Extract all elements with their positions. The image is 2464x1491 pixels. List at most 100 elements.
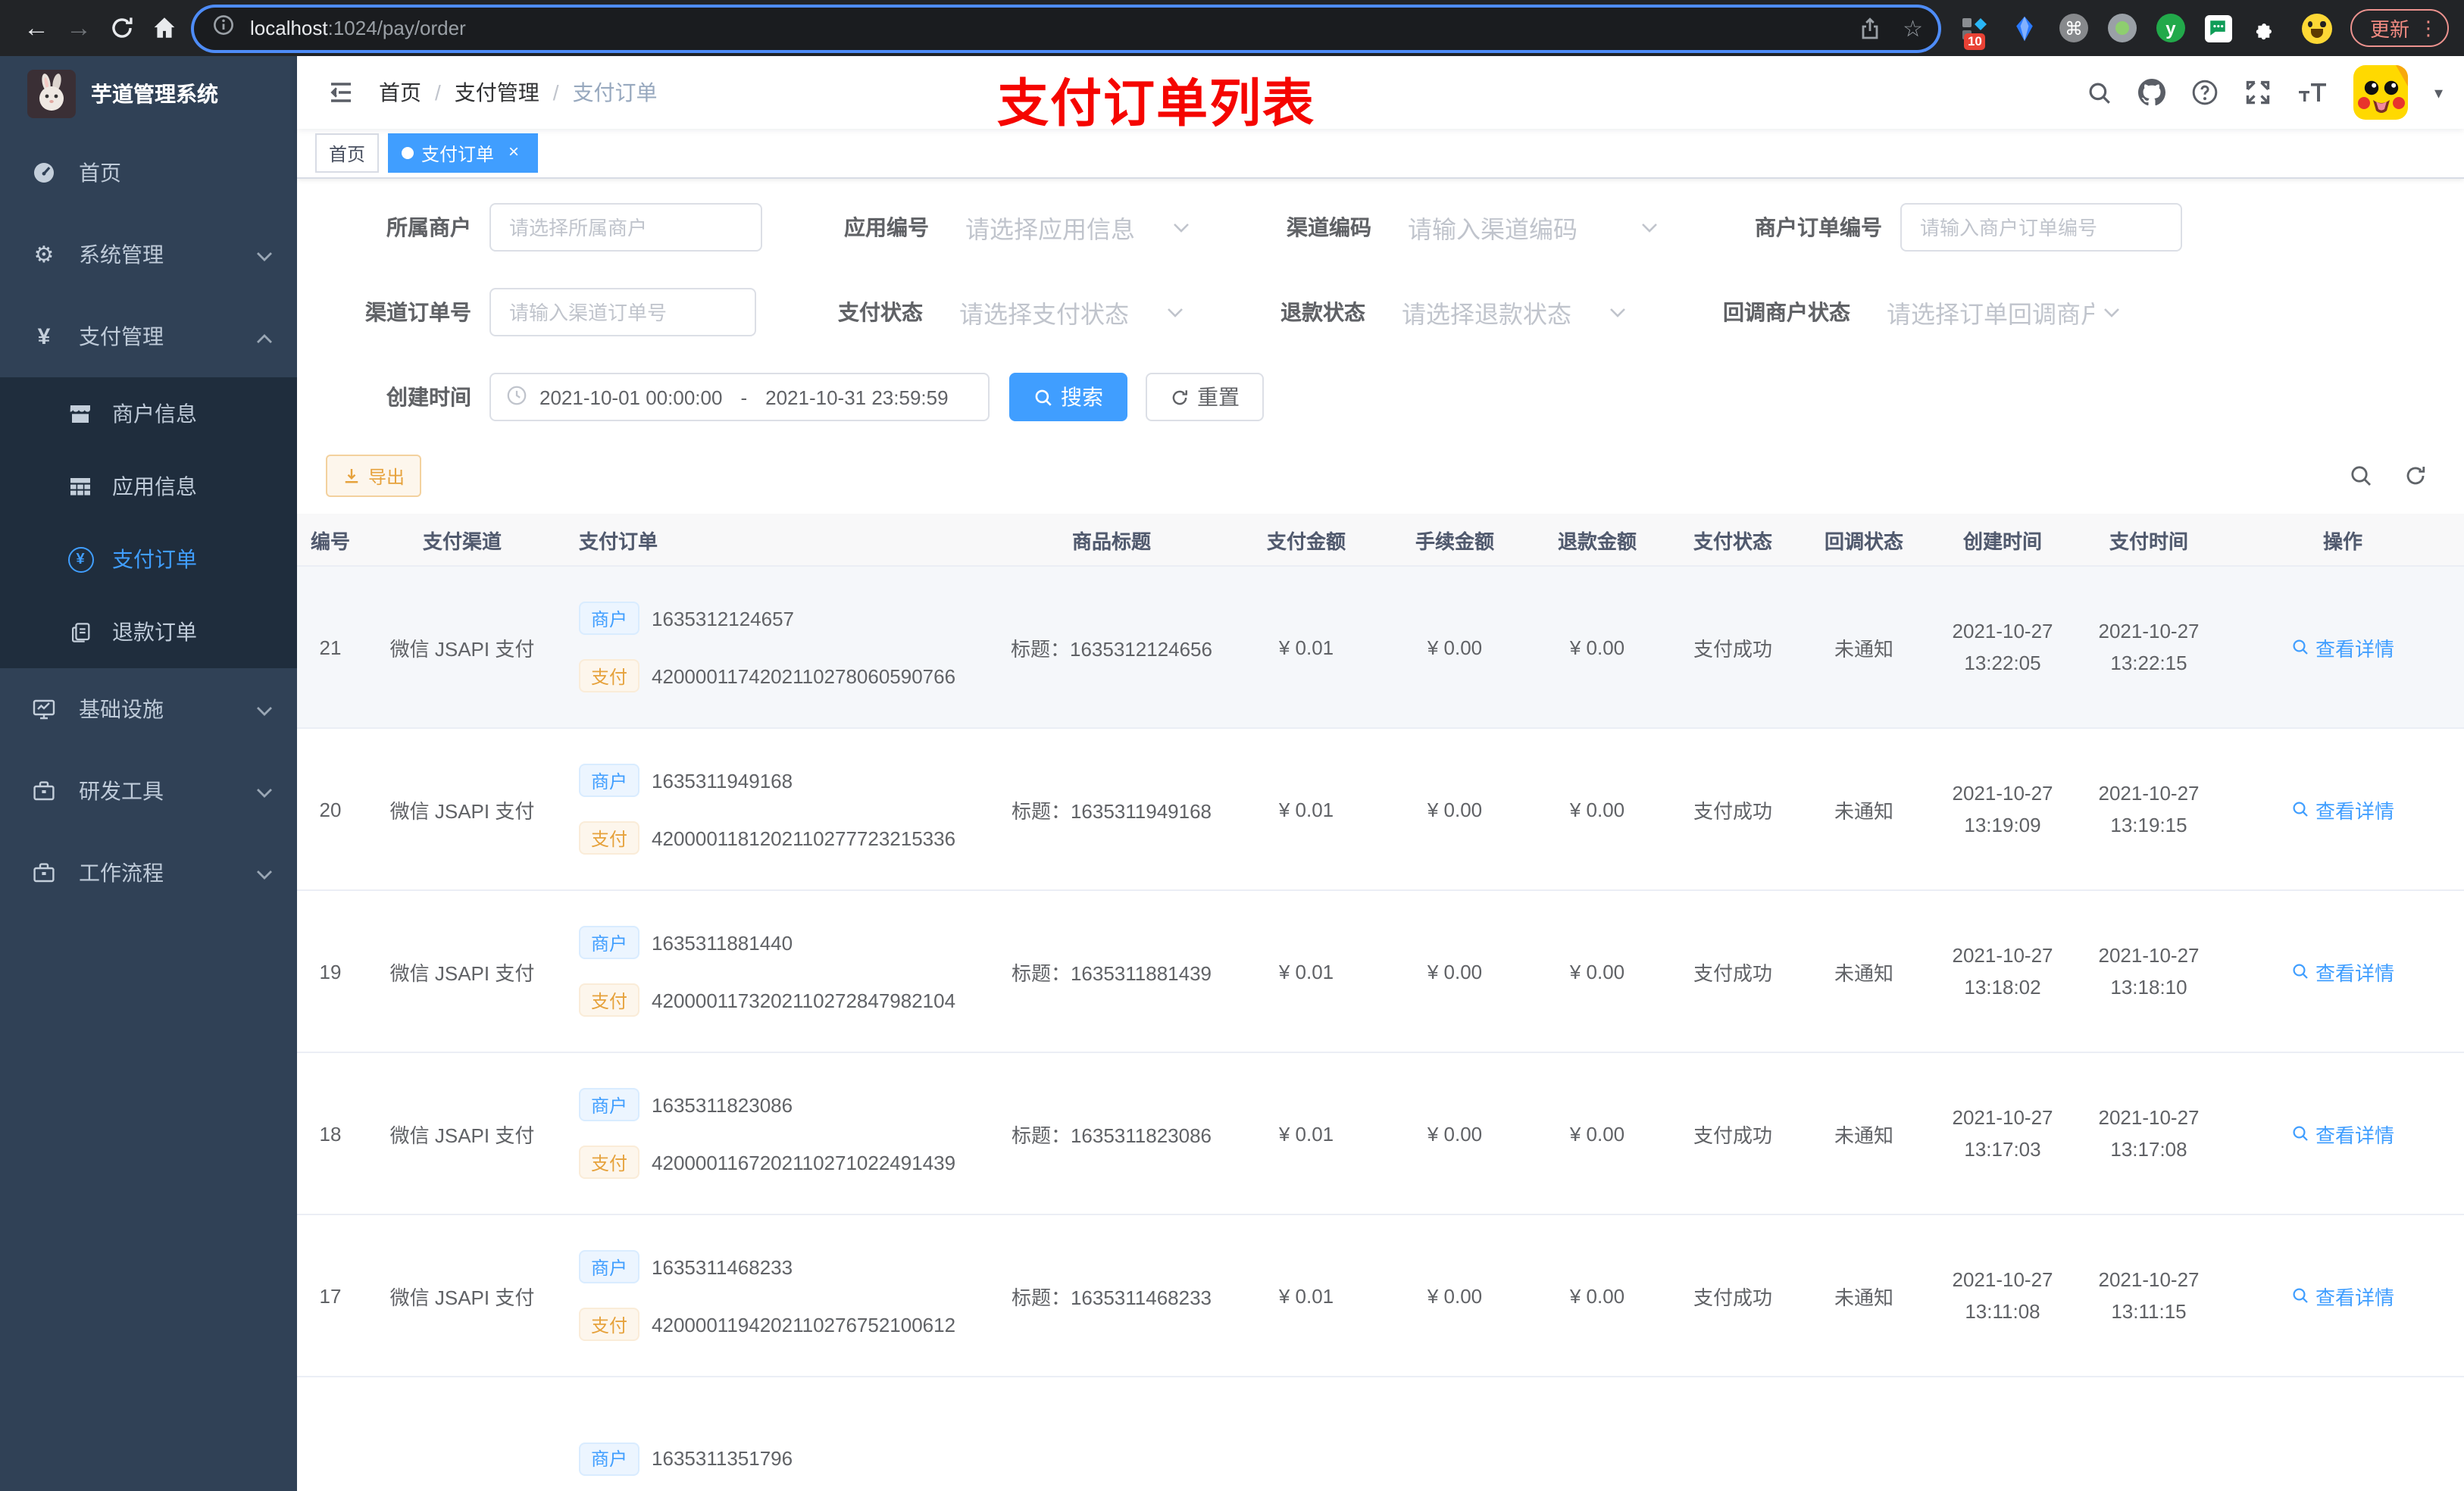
sidebar-item-devtools[interactable]: 研发工具 xyxy=(0,750,297,832)
dashboard-icon xyxy=(30,161,58,185)
pay-tag: 支付 xyxy=(579,1308,640,1342)
sidebar-item-payment[interactable]: ¥ 支付管理 xyxy=(0,295,297,377)
merchant-tag: 商户 xyxy=(579,1442,640,1476)
browser-home-icon[interactable] xyxy=(142,7,185,49)
callback-status-filter-select[interactable]: 请选择订单回调商户状态 xyxy=(1868,294,2135,330)
yen-icon: ¥ xyxy=(37,324,51,349)
merchant-order-no-filter-label: 商户订单编号 xyxy=(1755,215,1882,240)
sidebar-item-label: 应用信息 xyxy=(112,474,197,499)
user-avatar[interactable] xyxy=(2353,65,2409,120)
merchant-tag: 商户 xyxy=(579,764,640,798)
breadcrumb-group[interactable]: 支付管理 xyxy=(455,77,539,108)
sidebar-item-merchant-info[interactable]: 商户信息 xyxy=(0,377,297,450)
extensions-puzzle-icon[interactable] xyxy=(2252,13,2282,43)
toggle-search-icon[interactable] xyxy=(2349,464,2373,488)
monitor-icon xyxy=(30,697,58,721)
col-notify: 回调状态 xyxy=(1824,530,1903,553)
extension-gem-icon[interactable] xyxy=(2009,13,2040,43)
sidebar-toggle-icon[interactable] xyxy=(318,70,364,115)
sidebar-item-workflow[interactable]: 工作流程 xyxy=(0,832,297,914)
browser-back-icon[interactable]: ← xyxy=(15,7,58,49)
create-time-range-picker[interactable]: 2021-10-01 00:00:00 - 2021-10-31 23:59:5… xyxy=(489,373,990,422)
col-pay-time: 支付时间 xyxy=(2109,530,2188,553)
share-icon[interactable] xyxy=(1857,16,1881,40)
chevron-down-icon xyxy=(2103,299,2120,326)
view-detail-link[interactable]: 查看详情 xyxy=(2291,1281,2394,1310)
col-channel: 支付渠道 xyxy=(422,530,502,553)
sidebar-item-label: 支付订单 xyxy=(112,547,197,571)
sidebar-item-label: 基础设施 xyxy=(79,697,164,721)
sidebar-item-pay-order[interactable]: ¥ 支付订单 xyxy=(0,523,297,595)
sidebar-item-home[interactable]: 首页 xyxy=(0,132,297,214)
chevron-down-icon xyxy=(256,861,273,885)
app-logo-row[interactable]: 芋道管理系统 xyxy=(0,56,297,132)
browser-forward-icon[interactable]: → xyxy=(58,7,100,49)
reset-button[interactable]: 重置 xyxy=(1146,373,1264,422)
view-detail-link[interactable]: 查看详情 xyxy=(2291,633,2394,661)
export-button[interactable]: 导出 xyxy=(326,455,422,498)
search-button[interactable]: 搜索 xyxy=(1009,373,1127,422)
col-create-time: 创建时间 xyxy=(1962,530,2042,553)
channel-code-filter-select[interactable]: 请输入渠道编码 xyxy=(1390,209,1673,245)
tag-home[interactable]: 首页 xyxy=(315,133,380,173)
status-badge: 支付成功 xyxy=(1693,799,1772,823)
app-filter-select[interactable]: 请选择应用信息 xyxy=(947,209,1205,245)
merchant-order-no-filter-input[interactable] xyxy=(1900,203,2182,252)
view-detail-link[interactable]: 查看详情 xyxy=(2291,957,2394,986)
extension-y-icon[interactable]: y xyxy=(2156,14,2185,42)
chevron-down-icon xyxy=(1167,299,1184,326)
view-detail-link[interactable]: 查看详情 xyxy=(2291,795,2394,824)
font-size-icon[interactable] xyxy=(2298,80,2328,105)
sidebar-item-infra[interactable]: 基础设施 xyxy=(0,668,297,750)
sidebar-item-label: 首页 xyxy=(79,161,121,185)
merchant-filter-input[interactable] xyxy=(489,203,762,252)
sidebar-item-label: 退款订单 xyxy=(112,620,197,644)
refund-status-filter-select[interactable]: 请选择退款状态 xyxy=(1384,294,1641,330)
help-icon[interactable] xyxy=(2192,79,2219,106)
profile-avatar-icon[interactable] xyxy=(2301,13,2332,43)
table-header-row: 编号 支付渠道 支付订单 商品标题 支付金额 手续金额 退款金额 支付状态 回调… xyxy=(297,514,2464,567)
tag-pay-order[interactable]: 支付订单 × xyxy=(388,133,539,173)
fullscreen-icon[interactable] xyxy=(2245,79,2272,106)
app-filter-label: 应用编号 xyxy=(844,215,929,240)
date-range-start: 2021-10-01 00:00:00 xyxy=(539,386,723,409)
sidebar-item-system[interactable]: ⚙ 系统管理 xyxy=(0,214,297,295)
bookmark-star-icon[interactable]: ☆ xyxy=(1903,14,1923,42)
github-icon[interactable] xyxy=(2138,79,2166,106)
browser-reload-icon[interactable] xyxy=(100,7,142,49)
browser-menu-icon[interactable]: ⋮ xyxy=(2419,16,2438,40)
extension-command-icon[interactable]: ⌘ xyxy=(2059,14,2088,42)
top-navbar: 首页 / 支付管理 / 支付订单 支付订单列表 ▾ xyxy=(297,56,2464,133)
channel-order-no-filter-input[interactable] xyxy=(489,288,756,337)
breadcrumb-home[interactable]: 首页 xyxy=(379,77,421,108)
table-row: 21 微信 JSAPI 支付 商户 1635312124657 支付 4200001… xyxy=(297,567,2464,730)
sidebar-item-refund-order[interactable]: 退款订单 xyxy=(0,595,297,668)
col-action: 操作 xyxy=(2322,530,2362,553)
site-info-icon[interactable] xyxy=(212,13,235,43)
search-icon[interactable] xyxy=(2087,80,2113,105)
avatar-caret-icon[interactable]: ▾ xyxy=(2434,83,2443,102)
sidebar-item-app-info[interactable]: 应用信息 xyxy=(0,450,297,523)
extension-tabs-icon[interactable]: 10 xyxy=(1959,13,1990,49)
extension-badge: 10 xyxy=(1963,33,1986,49)
page-content: 所属商户 应用编号 请选择应用信息 渠道编码 xyxy=(297,179,2464,1491)
browser-update-button[interactable]: 更新 ⋮ xyxy=(2350,9,2449,47)
col-fee: 手续金额 xyxy=(1415,530,1494,553)
table-row-partial: 商户 1635311351796 xyxy=(297,1377,2464,1491)
col-title: 商品标题 xyxy=(1071,530,1151,553)
sidebar-item-label: 研发工具 xyxy=(79,779,164,803)
col-amount: 支付金额 xyxy=(1266,530,1346,553)
view-detail-link[interactable]: 查看详情 xyxy=(2291,1119,2394,1148)
pay-status-filter-select[interactable]: 请选择支付状态 xyxy=(941,294,1199,330)
tags-view-bar: 首页 支付订单 × xyxy=(297,129,2464,180)
active-dot xyxy=(402,147,414,160)
grid-icon xyxy=(67,474,94,499)
extension-chat-icon[interactable] xyxy=(2204,14,2232,42)
refresh-icon[interactable] xyxy=(2403,464,2428,488)
tag-close-icon[interactable]: × xyxy=(503,142,524,164)
address-bar[interactable]: localhost:1024/pay/order ☆ xyxy=(194,7,1938,49)
chevron-down-icon xyxy=(1609,299,1626,326)
sidebar-item-label: 系统管理 xyxy=(79,242,164,267)
sidebar-item-label: 商户信息 xyxy=(112,402,197,426)
extension-recorder-icon[interactable] xyxy=(2107,14,2137,42)
